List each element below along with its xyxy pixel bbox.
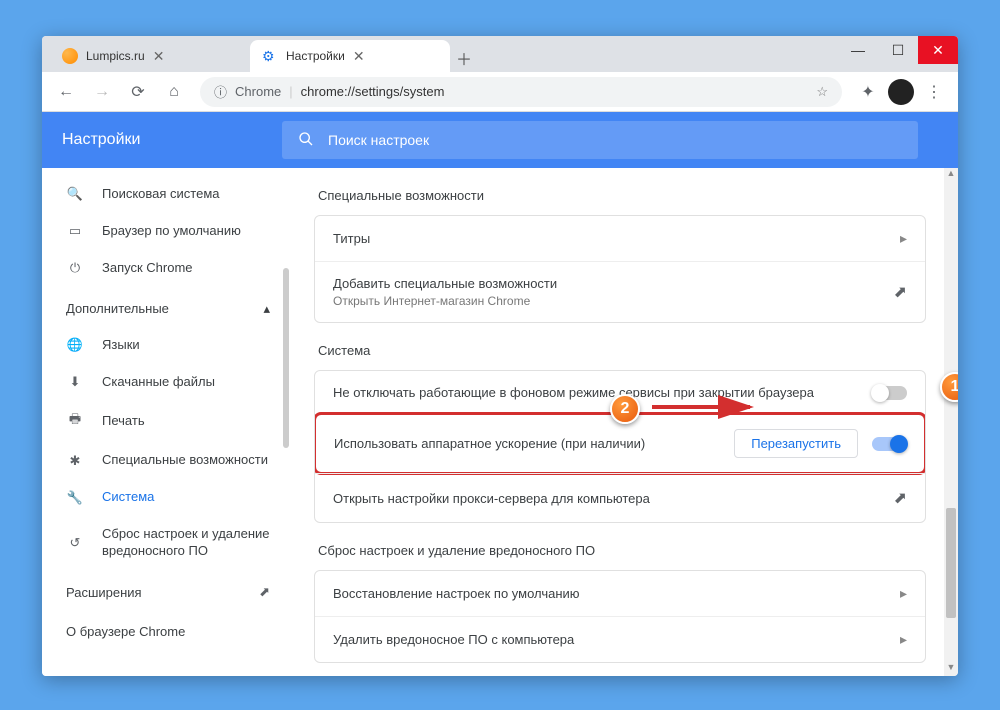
external-link-icon: ⬈	[894, 282, 907, 302]
pane-scrollbar[interactable]: ▲ ▼	[944, 168, 958, 676]
scroll-up-icon[interactable]: ▲	[944, 168, 958, 182]
globe-icon: 🌐	[66, 337, 84, 353]
chevron-up-icon: ▴	[263, 301, 270, 317]
info-icon: ⓘ	[214, 82, 227, 101]
sidebar-item-search-engine[interactable]: 🔍Поисковая система	[42, 176, 290, 213]
sidebar-item-system[interactable]: 🔧Система	[42, 479, 290, 516]
sidebar-item-languages[interactable]: 🌐Языки	[42, 327, 290, 364]
card-a11y: Титры ▸ Добавить специальные возможности…	[314, 215, 926, 323]
scrollbar-thumb[interactable]	[283, 268, 289, 448]
row-add-a11y[interactable]: Добавить специальные возможности Открыть…	[315, 261, 925, 322]
minimize-button[interactable]: —	[838, 36, 878, 64]
sidebar-item-default-browser[interactable]: ▭Браузер по умолчанию	[42, 213, 290, 250]
toggle-background-apps[interactable]	[873, 386, 907, 400]
scrollbar-thumb[interactable]	[946, 508, 956, 618]
download-icon: ⬇	[66, 374, 84, 390]
close-icon[interactable]: ✕	[153, 48, 165, 65]
sidebar-item-print[interactable]: 🖶Печать	[42, 400, 290, 442]
forward-button[interactable]: →	[86, 76, 118, 108]
power-icon: ⏻	[66, 260, 84, 276]
sidebar-item-downloads[interactable]: ⬇Скачанные файлы	[42, 364, 290, 401]
omnibox-prefix: Chrome	[235, 84, 281, 99]
extensions-icon[interactable]: ✦	[852, 76, 884, 108]
window-controls: — ☐ ✕	[838, 36, 958, 64]
new-tab-button[interactable]: ＋	[450, 44, 478, 72]
close-icon[interactable]: ✕	[353, 48, 365, 65]
settings-search[interactable]: Поиск настроек	[282, 121, 918, 159]
close-button[interactable]: ✕	[918, 36, 958, 64]
menu-button[interactable]: ⋮	[918, 76, 950, 108]
tab-strip: Lumpics.ru ✕ ⚙ Настройки ✕ ＋	[42, 38, 478, 72]
a11y-icon: ✱	[66, 453, 84, 469]
sidebar-item-accessibility[interactable]: ✱Специальные возможности	[42, 442, 290, 479]
wrench-icon: 🔧	[66, 490, 84, 506]
callout-2: 2	[610, 394, 640, 424]
search-icon: 🔍	[66, 186, 84, 202]
settings-pane: Специальные возможности Титры ▸ Добавить…	[290, 168, 958, 676]
reset-icon: ↺	[66, 535, 84, 551]
omnibox[interactable]: ⓘ Chrome | chrome://settings/system ☆	[200, 77, 842, 107]
external-link-icon: ⬈	[259, 584, 270, 600]
sidebar-item-extensions[interactable]: Расширения⬈	[42, 570, 290, 610]
sidebar-group-advanced[interactable]: Дополнительные▴	[42, 287, 290, 327]
back-button[interactable]: ←	[50, 76, 82, 108]
sidebar-scrollbar[interactable]	[282, 168, 290, 676]
tab-lumpics[interactable]: Lumpics.ru ✕	[50, 40, 250, 72]
sidebar-item-startup[interactable]: ⏻Запуск Chrome	[42, 250, 290, 287]
section-title-a11y: Специальные возможности	[318, 188, 926, 203]
sidebar-item-reset[interactable]: ↺Сброс настроек и удаление вредоносного …	[42, 516, 290, 570]
row-cleanup[interactable]: Удалить вредоносное ПО с компьютера ▸	[315, 616, 925, 662]
print-icon: 🖶	[66, 410, 84, 432]
tab-label: Lumpics.ru	[86, 49, 145, 63]
maximize-button[interactable]: ☐	[878, 36, 918, 64]
restart-button[interactable]: Перезапустить	[734, 429, 858, 458]
section-title-reset: Сброс настроек и удаление вредоносного П…	[318, 543, 926, 558]
chevron-right-icon: ▸	[900, 631, 907, 648]
toggle-hardware-accel[interactable]	[872, 437, 906, 451]
scroll-down-icon[interactable]: ▼	[944, 662, 958, 676]
section-title-system: Система	[318, 343, 926, 358]
home-button[interactable]: ⌂	[158, 76, 190, 108]
row-captions[interactable]: Титры ▸	[315, 216, 925, 261]
callout-1: 1	[940, 372, 958, 402]
sidebar-item-about[interactable]: О браузере Chrome	[42, 610, 290, 649]
card-system: Не отключать работающие в фоновом режиме…	[314, 370, 926, 523]
sidebar: 🔍Поисковая система ▭Браузер по умолчанию…	[42, 168, 290, 676]
page-title: Настройки	[42, 131, 282, 149]
search-placeholder: Поиск настроек	[328, 132, 429, 148]
toolbar: ← → ⟳ ⌂ ⓘ Chrome | chrome://settings/sys…	[42, 72, 958, 112]
gear-icon: ⚙	[262, 48, 278, 64]
bookmark-icon[interactable]: ☆	[816, 84, 828, 100]
browser-window: Lumpics.ru ✕ ⚙ Настройки ✕ ＋ — ☐ ✕ ← → ⟳…	[42, 36, 958, 676]
external-link-icon: ⬈	[894, 488, 907, 508]
chevron-right-icon: ▸	[900, 230, 907, 247]
omnibox-url: chrome://settings/system	[301, 84, 445, 99]
main-area: 🔍Поисковая система ▭Браузер по умолчанию…	[42, 168, 958, 676]
row-proxy[interactable]: Открыть настройки прокси-сервера для ком…	[315, 473, 925, 522]
tab-label: Настройки	[286, 49, 345, 63]
annotation-arrow	[650, 392, 760, 422]
search-icon	[298, 131, 314, 150]
titlebar: Lumpics.ru ✕ ⚙ Настройки ✕ ＋ — ☐ ✕	[42, 36, 958, 72]
tab-settings[interactable]: ⚙ Настройки ✕	[250, 40, 450, 72]
settings-header: Настройки Поиск настроек	[42, 112, 958, 168]
avatar[interactable]	[888, 79, 914, 105]
content-area: Настройки Поиск настроек 🔍Поисковая сист…	[42, 112, 958, 676]
reload-button[interactable]: ⟳	[122, 76, 154, 108]
card-reset: Восстановление настроек по умолчанию ▸ У…	[314, 570, 926, 663]
favicon-lumpics	[62, 48, 78, 64]
chevron-right-icon: ▸	[900, 585, 907, 602]
browser-icon: ▭	[66, 223, 84, 239]
row-restore-defaults[interactable]: Восстановление настроек по умолчанию ▸	[315, 571, 925, 616]
